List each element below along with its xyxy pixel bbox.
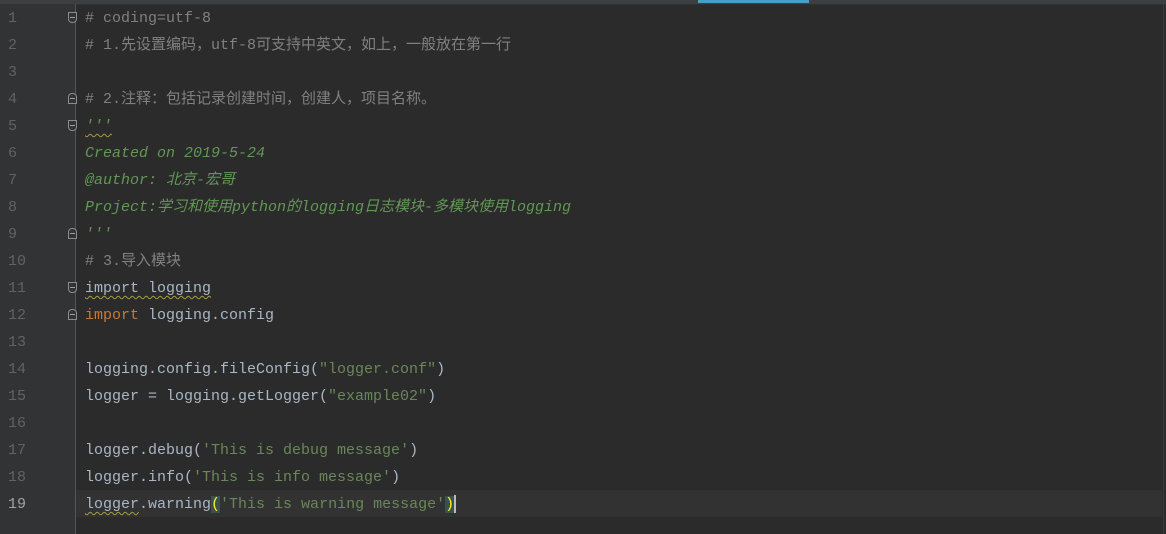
code-token: (: [211, 496, 221, 513]
code-line[interactable]: 14 logging.config.fileConfig("logger.conf…: [0, 356, 1166, 383]
code-token: ): [409, 442, 419, 459]
code-line[interactable]: 12 import logging.config: [0, 302, 1166, 329]
code-line[interactable]: 15 logger = logging.getLogger("example02"…: [0, 383, 1166, 410]
line-number: 7: [8, 172, 18, 189]
code-line[interactable]: 8 Project:学习和使用python的logging日志模块-多模块使用lo…: [0, 194, 1166, 221]
line-number: 10: [8, 253, 27, 270]
fold-end-icon[interactable]: [68, 93, 77, 104]
code-token: logging.config: [139, 307, 275, 324]
code-token: ): [445, 496, 455, 513]
line-number: 2: [8, 37, 18, 54]
code-line[interactable]: 11 import logging: [0, 275, 1166, 302]
line-number: 8: [8, 199, 18, 216]
code-token: ''': [85, 118, 113, 135]
line-number: 17: [8, 442, 27, 459]
code-line[interactable]: 9 ''': [0, 221, 1166, 248]
code-token: # 3.导入模块: [85, 253, 182, 270]
fold-end-icon[interactable]: [68, 309, 77, 320]
line-number: 15: [8, 388, 27, 405]
active-tab-indicator[interactable]: [698, 0, 809, 3]
code-text: # 2.注释：包括记录创建时间，创建人，项目名称。: [85, 86, 436, 113]
line-number: 11: [8, 280, 27, 297]
code-text: logger = logging.getLogger("example02"): [85, 383, 436, 410]
code-line[interactable]: 1 # coding=utf-8: [0, 5, 1166, 32]
line-number: 3: [8, 64, 18, 81]
code-line[interactable]: 3: [0, 59, 1166, 86]
code-text: ''': [85, 221, 112, 248]
code-editor[interactable]: 1 # coding=utf-8 2 # 1.先设置编码，utf-8可支持中英文，如上…: [0, 5, 1166, 518]
code-text: logging.config.fileConfig("logger.conf"): [85, 356, 445, 383]
code-line[interactable]: 5 ''': [0, 113, 1166, 140]
line-number: 6: [8, 145, 18, 162]
line-number: 4: [8, 91, 18, 108]
fold-collapse-icon[interactable]: [68, 120, 77, 131]
line-number: 19: [8, 496, 27, 513]
line-number: 16: [8, 415, 27, 432]
code-line[interactable]: 6 Created on 2019-5-24: [0, 140, 1166, 167]
code-token: logger.debug(: [85, 442, 203, 459]
code-text: ''': [85, 113, 112, 140]
code-token: "logger.conf": [319, 361, 437, 378]
code-token: # 2.注释：包括记录创建时间，创建人，项目名称。: [85, 91, 437, 108]
code-token: ): [436, 361, 446, 378]
code-token: # coding=utf-8: [85, 10, 212, 27]
code-text: @author: 北京-宏哥: [85, 167, 235, 194]
code-line[interactable]: 13: [0, 329, 1166, 356]
fold-collapse-icon[interactable]: [68, 282, 77, 293]
line-number: 13: [8, 334, 27, 351]
code-line[interactable]: 10 # 3.导入模块: [0, 248, 1166, 275]
code-text: logger.debug('This is debug message'): [85, 437, 418, 464]
code-token: Created on 2019-5-24: [85, 145, 266, 162]
code-line[interactable]: 19 logger.warning('This is warning messag…: [0, 491, 1166, 518]
code-token: import logging: [85, 280, 212, 297]
code-text: Project:学习和使用python的logging日志模块-多模块使用log…: [85, 194, 571, 221]
line-number: 9: [8, 226, 18, 243]
code-text: Created on 2019-5-24: [85, 140, 265, 167]
code-token: 'This is warning message': [220, 496, 446, 513]
line-number: 14: [8, 361, 27, 378]
text-caret: [454, 495, 457, 514]
code-token: logger = logging.getLogger(: [85, 388, 329, 405]
code-token: logging.config.fileConfig(: [85, 361, 320, 378]
code-token: "example02": [328, 388, 428, 405]
code-text: import logging: [85, 275, 211, 302]
code-token: Project:学习和使用python的logging日志模块-多模块使用log…: [85, 199, 572, 216]
code-token: ''': [85, 226, 113, 243]
code-text: # 3.导入模块: [85, 248, 181, 275]
code-line[interactable]: 2 # 1.先设置编码，utf-8可支持中英文，如上，一般放在第一行: [0, 32, 1166, 59]
line-number: 5: [8, 118, 18, 135]
code-text: # 1.先设置编码，utf-8可支持中英文，如上，一般放在第一行: [85, 32, 511, 59]
code-text: logger.warning('This is warning message'…: [85, 491, 457, 518]
code-token: ): [427, 388, 437, 405]
code-token: .warning: [139, 496, 212, 513]
code-token: 'This is info message': [193, 469, 392, 486]
fold-collapse-icon[interactable]: [68, 12, 77, 23]
code-line[interactable]: 16: [0, 410, 1166, 437]
code-text: import logging.config: [85, 302, 274, 329]
code-token: ): [391, 469, 401, 486]
line-number: 18: [8, 469, 27, 486]
code-token: import: [85, 307, 140, 324]
code-token: 'This is debug message': [202, 442, 410, 459]
line-number: 1: [8, 10, 18, 27]
code-line[interactable]: 4 # 2.注释：包括记录创建时间，创建人，项目名称。: [0, 86, 1166, 113]
code-token: # 1.先设置编码，utf-8可支持中英文，如上，一般放在第一行: [85, 37, 512, 54]
code-token: logger: [85, 496, 140, 513]
code-token: logger.info(: [85, 469, 194, 486]
fold-end-icon[interactable]: [68, 228, 77, 239]
code-line[interactable]: 7 @author: 北京-宏哥: [0, 167, 1166, 194]
line-number: 12: [8, 307, 27, 324]
code-line[interactable]: 17 logger.debug('This is debug message'): [0, 437, 1166, 464]
code-text: logger.info('This is info message'): [85, 464, 400, 491]
code-text: # coding=utf-8: [85, 5, 211, 32]
code-token: @author: 北京-宏哥: [85, 172, 236, 189]
code-line[interactable]: 18 logger.info('This is info message'): [0, 464, 1166, 491]
